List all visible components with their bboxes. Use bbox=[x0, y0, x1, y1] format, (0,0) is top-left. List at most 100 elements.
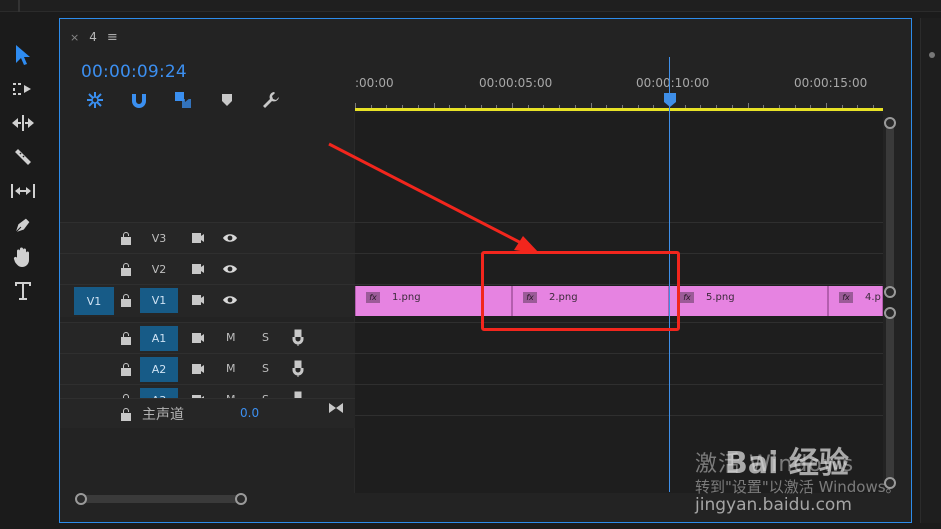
track-header-v1[interactable]: V1 V1 bbox=[60, 284, 355, 317]
solo-button[interactable]: S bbox=[262, 331, 269, 344]
zoom-handle-left[interactable] bbox=[75, 493, 87, 505]
linked-selection-icon bbox=[175, 92, 191, 108]
track-name-a1[interactable]: A1 bbox=[140, 326, 178, 351]
clip-name: 5.png bbox=[706, 292, 735, 303]
pen-tool-icon bbox=[14, 217, 31, 234]
track-headers: V3 V2 V1 V1 A1 M S A2 M S 主声道 0.0 bbox=[60, 113, 355, 493]
source-patch-v1[interactable]: V1 bbox=[74, 287, 114, 315]
track-header-a2[interactable]: A2 M S bbox=[60, 353, 355, 384]
mute-button[interactable]: M bbox=[226, 362, 236, 375]
lane-a3[interactable] bbox=[355, 384, 883, 415]
timeline-horizontal-scrollbar[interactable] bbox=[75, 492, 250, 506]
watermark: 激活 Windows 转到"设置"以激活 Windows。 jingyan.ba… bbox=[695, 446, 901, 515]
ruler-label-15s: 00:00:15:00 bbox=[794, 76, 868, 90]
track-name-v3[interactable]: V3 bbox=[140, 226, 178, 251]
master-track-label: 主声道 bbox=[142, 407, 184, 423]
razor-tool[interactable] bbox=[6, 142, 40, 172]
wrench-icon bbox=[263, 92, 279, 108]
track-name-a2[interactable]: A2 bbox=[140, 357, 178, 382]
sync-lock-icon[interactable] bbox=[191, 294, 205, 306]
track-name-v2[interactable]: V2 bbox=[140, 257, 178, 282]
razor-tool-icon bbox=[12, 146, 34, 168]
nest-button[interactable] bbox=[82, 88, 108, 112]
lane-v3[interactable] bbox=[355, 222, 883, 253]
annotation-highlight-box bbox=[481, 251, 680, 331]
track-name-v1[interactable]: V1 bbox=[140, 288, 178, 313]
track-lock-icon[interactable] bbox=[120, 407, 132, 421]
baidu-jingyan-logo: Bai 经验 bbox=[725, 446, 849, 481]
top-panel-strip bbox=[0, 0, 941, 12]
fx-badge-icon: fx bbox=[366, 292, 380, 303]
go-to-next-keyframe-icon[interactable] bbox=[328, 402, 344, 414]
type-tool[interactable] bbox=[6, 276, 40, 306]
eye-icon[interactable] bbox=[222, 232, 238, 244]
solo-button[interactable]: S bbox=[262, 362, 269, 375]
timeline-settings-button[interactable] bbox=[258, 88, 284, 112]
sync-lock-icon[interactable] bbox=[191, 332, 205, 344]
track-header-v3[interactable]: V3 bbox=[60, 222, 355, 253]
snap-icon bbox=[132, 94, 146, 108]
ruler-label-0: :00:00 bbox=[355, 76, 394, 90]
eye-icon[interactable] bbox=[222, 294, 238, 306]
scrollbar-track[interactable] bbox=[886, 123, 894, 293]
add-marker-button[interactable] bbox=[214, 88, 240, 112]
clip-name: 1.png bbox=[392, 292, 421, 303]
type-tool-icon bbox=[15, 282, 31, 300]
track-area: V3 V2 V1 V1 A1 M S A2 M S 主声道 0.0 fx 1.p… bbox=[60, 113, 883, 493]
track-select-tool[interactable] bbox=[6, 74, 40, 104]
hand-tool-icon bbox=[13, 247, 29, 267]
video-vertical-scrollbar[interactable] bbox=[883, 113, 897, 493]
track-header-v2[interactable]: V2 bbox=[60, 253, 355, 284]
clip-4-png[interactable]: fx 4.p bbox=[828, 286, 883, 316]
work-area-bar[interactable] bbox=[355, 108, 883, 111]
clip-name: 4.p bbox=[865, 292, 881, 303]
scrollbar-track[interactable] bbox=[81, 495, 241, 503]
slip-tool[interactable] bbox=[6, 176, 40, 206]
timeline-toolbar bbox=[82, 88, 284, 112]
sync-lock-icon[interactable] bbox=[191, 263, 205, 275]
sync-lock-icon[interactable] bbox=[191, 232, 205, 244]
microphone-icon[interactable] bbox=[292, 360, 304, 377]
sync-lock-icon[interactable] bbox=[191, 363, 205, 375]
scroll-handle-bottom[interactable] bbox=[884, 286, 896, 298]
scroll-handle-top[interactable] bbox=[884, 117, 896, 129]
selection-tool[interactable] bbox=[6, 40, 40, 70]
close-tab-button[interactable]: × bbox=[70, 31, 79, 44]
mute-button[interactable]: M bbox=[226, 331, 236, 344]
track-header-a1[interactable]: A1 M S bbox=[60, 322, 355, 353]
sequence-name: 4 bbox=[89, 30, 97, 44]
lane-a2[interactable] bbox=[355, 353, 883, 384]
ripple-edit-tool-icon bbox=[12, 115, 34, 131]
playhead-handle-icon[interactable] bbox=[663, 92, 677, 108]
fx-badge-icon: fx bbox=[680, 292, 694, 303]
ruler-label-5s: 00:00:05:00 bbox=[479, 76, 553, 90]
hand-tool[interactable] bbox=[6, 242, 40, 272]
ripple-edit-tool[interactable] bbox=[6, 108, 40, 138]
clip-5-png[interactable]: fx 5.png bbox=[669, 286, 828, 316]
playhead-timecode[interactable]: 00:00:09:24 bbox=[81, 62, 187, 82]
linked-selection-button[interactable] bbox=[170, 88, 196, 112]
slip-tool-icon bbox=[11, 184, 35, 198]
snap-button[interactable] bbox=[126, 88, 152, 112]
right-panel-edge bbox=[920, 18, 941, 523]
nest-icon bbox=[87, 92, 103, 108]
pen-tool[interactable] bbox=[6, 210, 40, 240]
master-volume-value[interactable]: 0.0 bbox=[240, 406, 259, 420]
sequence-tab[interactable]: × 4 ≡ bbox=[70, 27, 118, 47]
panel-menu-icon[interactable]: ≡ bbox=[107, 30, 118, 45]
panel-grip-icon bbox=[929, 52, 935, 58]
track-lock-icon[interactable] bbox=[120, 293, 132, 307]
fx-badge-icon: fx bbox=[839, 292, 853, 303]
zoom-handle-right[interactable] bbox=[235, 493, 247, 505]
panel-divider bbox=[18, 0, 20, 12]
selection-tool-icon bbox=[16, 45, 30, 65]
eye-icon[interactable] bbox=[222, 263, 238, 275]
master-track-header[interactable]: 主声道 0.0 bbox=[60, 398, 355, 428]
track-lock-icon[interactable] bbox=[120, 362, 132, 376]
track-lock-icon[interactable] bbox=[120, 262, 132, 276]
microphone-icon[interactable] bbox=[292, 329, 304, 346]
scroll-handle-top[interactable] bbox=[884, 307, 896, 319]
track-lock-icon[interactable] bbox=[120, 231, 132, 245]
track-lock-icon[interactable] bbox=[120, 331, 132, 345]
time-ruler[interactable]: :00:00 00:00:05:00 00:00:10:00 00:00:15:… bbox=[355, 57, 883, 115]
